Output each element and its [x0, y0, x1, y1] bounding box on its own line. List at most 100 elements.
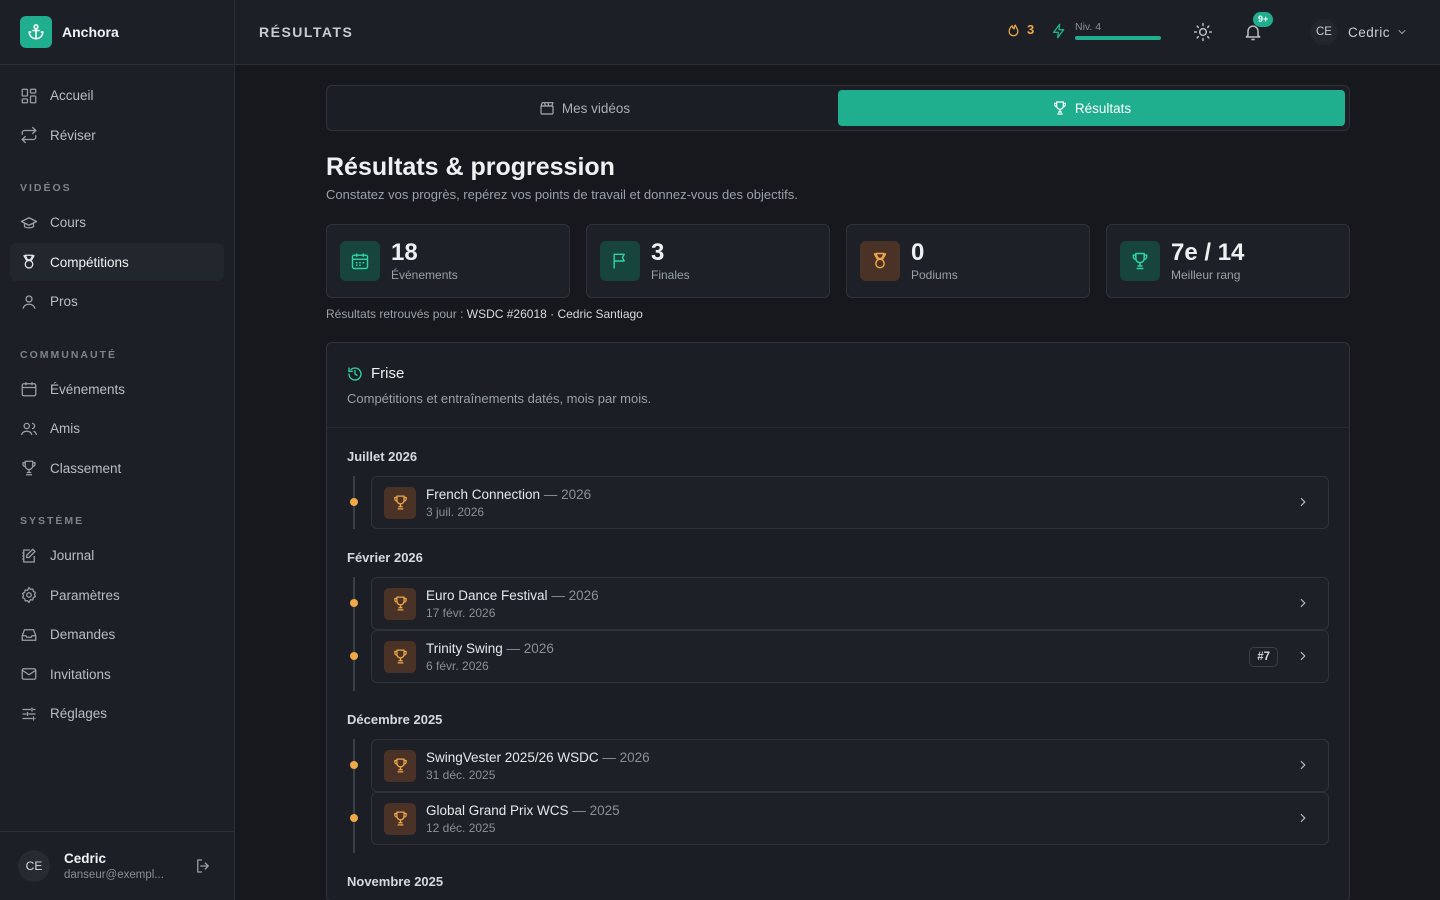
- sidebar-item-evenements[interactable]: Événements: [10, 370, 224, 408]
- trophy-icon: [384, 587, 416, 620]
- chevron-right-icon: [1296, 811, 1310, 825]
- timeline-dot: [350, 498, 358, 506]
- section-system: SYSTÈME: [20, 515, 85, 527]
- event-item[interactable]: SwingVester 2025/26 WSDC — 2026 31 déc. 2…: [371, 739, 1329, 792]
- sidebar-item-classement[interactable]: Classement: [10, 449, 224, 487]
- event-date: 3 juil. 2026: [426, 504, 485, 519]
- user-email: danseur@exempl...: [64, 869, 164, 881]
- streak-value: 3: [1027, 22, 1035, 37]
- sidebar-user[interactable]: CE Cedric danseur@exempl...: [0, 831, 234, 900]
- sidebar-item-journal[interactable]: Journal: [10, 537, 224, 575]
- gear-icon: [21, 586, 37, 604]
- sidebar-item-label: Réglages: [50, 706, 108, 721]
- stat-value: 3: [651, 239, 665, 266]
- sidebar-item-parametres[interactable]: Paramètres: [10, 576, 224, 614]
- timeline-month: Décembre 2025: [347, 712, 443, 727]
- sidebar-item-amis[interactable]: Amis: [10, 410, 224, 448]
- chevron-down-icon: [1398, 30, 1406, 35]
- clapperboard-icon: [540, 102, 554, 115]
- sidebar-item-label: Accueil: [50, 88, 94, 103]
- dashboard-icon: [21, 88, 37, 103]
- user-name: Cedric: [1348, 24, 1391, 40]
- avatar: CE: [18, 850, 50, 882]
- stat-value: 18: [391, 239, 418, 266]
- trophy-icon: [384, 640, 416, 673]
- timeline-list: Juillet 2026 French Connection — 2026 3 ju…: [327, 428, 1349, 900]
- event-date: 6 févr. 2026: [426, 658, 489, 673]
- avatar: CE: [1311, 19, 1337, 45]
- tab-label: Résultats: [1074, 100, 1132, 116]
- sidebar-item-reglages[interactable]: Réglages: [10, 695, 224, 733]
- sidebar-item-invitations[interactable]: Invitations: [10, 655, 224, 693]
- sidebar-item-cours[interactable]: Cours: [10, 204, 224, 242]
- stat-label: Meilleur rang: [1171, 268, 1241, 282]
- sidebar-item-competitions[interactable]: Compétitions: [10, 243, 224, 281]
- event-date: 31 déc. 2025: [426, 767, 496, 782]
- stat-card-podiums: 0 Podiums: [846, 224, 1090, 298]
- logout-icon[interactable]: [194, 857, 212, 875]
- tab-label: Mes vidéos: [561, 100, 631, 116]
- sidebar: Anchora Accueil Réviser VIDÉOS Cours Com…: [0, 0, 235, 900]
- results-source-value: WSDC #26018 · Cedric Santiago: [466, 307, 643, 321]
- sun-icon[interactable]: [1193, 22, 1213, 42]
- event-name: Global Grand Prix WCS: [426, 802, 569, 818]
- trophy-icon: [384, 486, 416, 519]
- chevron-right-icon: [1296, 596, 1310, 610]
- sidebar-item-pros[interactable]: Pros: [10, 283, 224, 321]
- sidebar-item-accueil[interactable]: Accueil: [10, 77, 224, 115]
- results-source-prefix: Résultats retrouvés pour :: [326, 307, 464, 321]
- sidebar-item-label: Paramètres: [50, 587, 120, 603]
- brand[interactable]: Anchora: [0, 0, 234, 65]
- timeline-month: Juillet 2026: [347, 449, 418, 464]
- trophy-icon: [1053, 101, 1066, 115]
- sidebar-nav: Accueil Réviser VIDÉOS Cours Compétition…: [0, 65, 234, 733]
- calendar-icon: [21, 382, 37, 397]
- journal-icon: [22, 548, 36, 563]
- timeline-dot: [350, 814, 358, 822]
- user-menu[interactable]: CE Cedric: [1311, 19, 1408, 45]
- timeline-dot: [350, 652, 358, 660]
- trophy-icon: [384, 802, 416, 835]
- sidebar-item-label: Événements: [50, 381, 126, 397]
- tab-resultats[interactable]: Résultats: [838, 90, 1345, 126]
- streak-counter[interactable]: 3: [1006, 22, 1034, 37]
- timeline-subtitle: Compétitions et entraînements datés, moi…: [347, 391, 652, 406]
- timeline-row: Euro Dance Festival — 2026 17 févr. 2026: [347, 577, 1329, 630]
- page-title: Résultats & progression: [326, 153, 615, 181]
- sidebar-item-reviser[interactable]: Réviser: [10, 116, 224, 154]
- timeline-line: [353, 630, 355, 691]
- results-source: Résultats retrouvés pour : WSDC #26018 ·…: [326, 307, 1350, 321]
- sidebar-item-label: Compétitions: [50, 254, 129, 270]
- sidebar-item-label: Cours: [50, 215, 87, 230]
- tab-mes-videos[interactable]: Mes vidéos: [331, 90, 838, 126]
- event-item[interactable]: Global Grand Prix WCS — 2025 12 déc. 2025: [371, 792, 1329, 845]
- section-videos: VIDÉOS: [20, 182, 72, 194]
- main-content: Mes vidéos Résultats Résultats & progres…: [326, 85, 1350, 900]
- event-item[interactable]: Trinity Swing — 2026 6 févr. 2026 #7: [371, 630, 1329, 683]
- timeline-row: SwingVester 2025/26 WSDC — 2026 31 déc. 2…: [347, 739, 1329, 792]
- page-label: RÉSULTATS: [259, 24, 354, 40]
- event-year: — 2026: [506, 640, 554, 656]
- timeline-row: Trinity Swing — 2026 6 févr. 2026 #7: [347, 630, 1329, 691]
- sidebar-item-demandes[interactable]: Demandes: [10, 616, 224, 654]
- timeline-month: Novembre 2025: [347, 874, 444, 889]
- event-item[interactable]: French Connection — 2026 3 juil. 2026: [371, 476, 1329, 529]
- medal-icon: [860, 241, 900, 281]
- timeline-dot: [350, 761, 358, 769]
- timeline-card: Frise Compétitions et entraînements daté…: [326, 342, 1350, 900]
- notification-badge: 9+: [1253, 12, 1274, 27]
- anchor-icon: [20, 16, 52, 48]
- calendar-icon: [340, 241, 380, 281]
- sidebar-item-label: Amis: [50, 421, 80, 436]
- level-progress[interactable]: Niv. 4: [1051, 21, 1161, 40]
- event-name: Trinity Swing: [426, 640, 503, 656]
- sidebar-item-label: Journal: [50, 548, 95, 563]
- stat-value: 0: [911, 239, 925, 266]
- trophy-icon: [384, 749, 416, 782]
- event-item[interactable]: Euro Dance Festival — 2026 17 févr. 2026: [371, 577, 1329, 630]
- stat-label: Finales: [651, 268, 690, 282]
- bolt-icon: [1053, 23, 1065, 38]
- flag-icon: [600, 241, 640, 281]
- brand-name: Anchora: [62, 24, 119, 40]
- sidebar-item-label: Invitations: [50, 666, 111, 682]
